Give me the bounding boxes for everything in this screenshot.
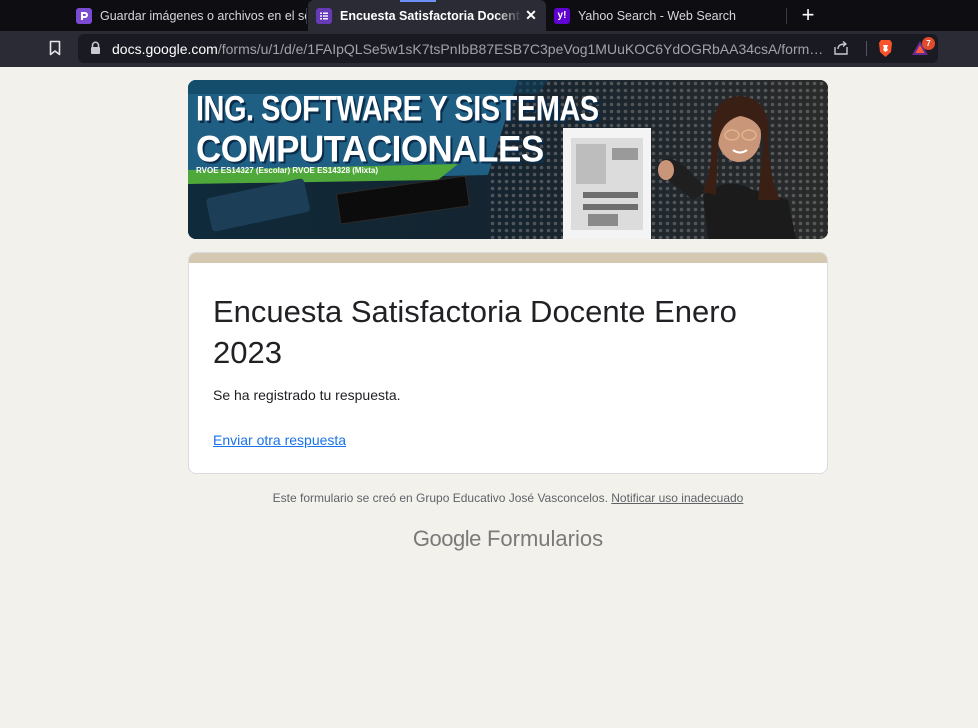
lock-icon[interactable] [90, 41, 101, 55]
rewards-badge: 7 [922, 37, 935, 50]
form-footer: Este formulario se creó en Grupo Educati… [188, 491, 828, 505]
new-tab-button[interactable]: + [796, 4, 820, 28]
banner-heading-line1: ING. SOFTWARE Y SISTEMAS [196, 90, 599, 129]
form-header-banner: ING. SOFTWARE Y SISTEMAS COMPUTACIONALES… [188, 80, 828, 239]
confirmation-message: Se ha registrado tu respuesta. [213, 387, 401, 403]
tab-guardar-imagenes[interactable]: Guardar imágenes o archivos en el ser [68, 0, 306, 31]
url-path: /forms/u/1/d/e/1FAIpQLSe5w1sK7tsPnIbB87E… [217, 41, 824, 57]
submit-another-response-link[interactable]: Enviar otra respuesta [213, 432, 346, 448]
bookmark-icon[interactable] [49, 40, 61, 56]
tab-loading-indicator [400, 0, 436, 2]
google-forms-favicon-icon [316, 7, 332, 24]
tab-strip: Guardar imágenes o archivos en el ser En… [0, 0, 978, 31]
card-accent-bar [189, 253, 827, 263]
form-title: Encuesta Satisfactoria Docente Enero 202… [213, 294, 737, 370]
banner-heading-line2: COMPUTACIONALES [196, 128, 544, 170]
tab-title: Yahoo Search - Web Search [578, 8, 736, 23]
forms-wordmark: Formularios [486, 526, 604, 551]
tab-title: Encuesta Satisfactoria Docente Enero 202… [340, 8, 522, 23]
report-abuse-link[interactable]: Notificar uso inadecuado [611, 491, 743, 505]
address-bar[interactable]: docs.google.com/forms/u/1/d/e/1FAIpQLSe5… [78, 34, 938, 63]
response-confirmation-card: Encuesta Satisfactoria Docente Enero 202… [188, 252, 828, 474]
document-tool-favicon-icon [76, 7, 92, 24]
yahoo-favicon-icon: y! [554, 7, 570, 24]
address-bar-divider [866, 41, 867, 56]
url-text[interactable]: docs.google.com/forms/u/1/d/e/1FAIpQLSe5… [112, 41, 824, 57]
google-forms-logo[interactable]: Google Formularios [188, 526, 828, 552]
footer-creator-text: Este formulario se creó en Grupo Educati… [272, 491, 608, 505]
share-icon[interactable] [833, 40, 849, 56]
url-host: docs.google.com [112, 41, 218, 57]
tab-yahoo-search[interactable]: y! Yahoo Search - Web Search [548, 0, 786, 31]
banner-heading: ING. SOFTWARE Y SISTEMAS COMPUTACIONALES [196, 90, 599, 170]
tab-title: Guardar imágenes o archivos en el ser [100, 8, 306, 23]
tab-divider [306, 8, 307, 24]
brave-shields-icon[interactable] [877, 39, 894, 58]
close-tab-icon[interactable]: ✕ [524, 8, 538, 22]
google-wordmark: Google [412, 526, 481, 551]
tab-divider [786, 8, 787, 24]
banner-subline: RVOE ES14327 (Escolar) RVOE ES14328 (Mix… [196, 166, 379, 175]
browser-toolbar: docs.google.com/forms/u/1/d/e/1FAIpQLSe5… [0, 31, 978, 67]
tab-encuesta-active[interactable]: Encuesta Satisfactoria Docente Enero 202… [308, 0, 546, 31]
